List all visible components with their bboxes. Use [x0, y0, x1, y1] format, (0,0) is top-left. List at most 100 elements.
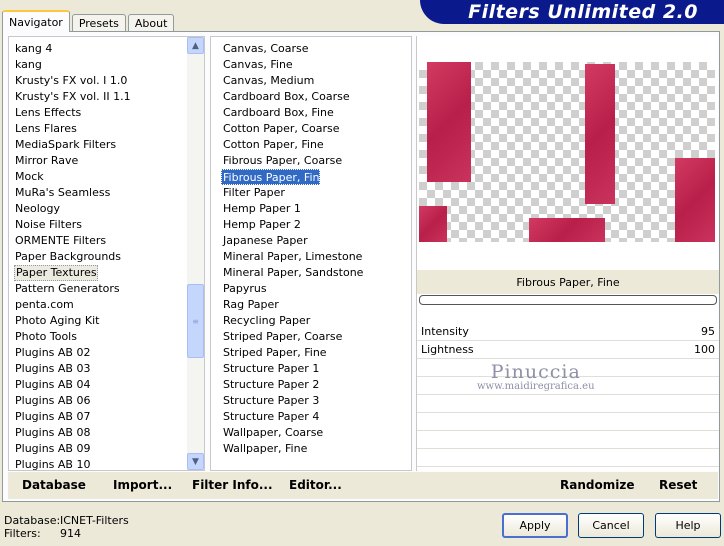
- category-item[interactable]: penta.com: [9, 297, 187, 313]
- filter-item[interactable]: Mineral Paper, Sandstone: [211, 265, 363, 281]
- action-bar: Database Import... Filter Info... Editor…: [8, 472, 718, 499]
- filter-item[interactable]: Wallpaper, Fine: [211, 441, 363, 457]
- tab-label: About: [134, 17, 168, 30]
- category-item[interactable]: Plugins AB 09: [9, 441, 187, 457]
- filter-item[interactable]: Rag Paper: [211, 297, 363, 313]
- filter-item[interactable]: Papyrus: [211, 281, 363, 297]
- randomize-button[interactable]: Randomize: [560, 478, 634, 492]
- filter-info-button[interactable]: Filter Info...: [192, 478, 273, 492]
- filter-item[interactable]: Mineral Paper, Limestone: [211, 249, 363, 265]
- category-item[interactable]: Plugins AB 08: [9, 425, 187, 441]
- category-item[interactable]: Plugins AB 07: [9, 409, 187, 425]
- category-item[interactable]: Mock: [9, 169, 187, 185]
- reset-button[interactable]: Reset: [659, 478, 697, 492]
- category-item[interactable]: MediaSpark Filters: [9, 137, 187, 153]
- category-item[interactable]: kang: [9, 57, 187, 73]
- filter-items: Canvas, Coarse Canvas, Fine Canvas, Medium…: [211, 41, 363, 457]
- help-button[interactable]: Help: [655, 513, 721, 538]
- param-empty: [417, 413, 719, 431]
- filter-item[interactable]: Structure Paper 2: [211, 377, 363, 393]
- category-list[interactable]: kang 4 kang Krusty's FX vol. I 1.0 Krusty's…: [8, 36, 205, 471]
- category-item[interactable]: Pattern Generators: [9, 281, 187, 297]
- scroll-down-icon[interactable]: ▼: [187, 453, 204, 470]
- category-item[interactable]: Photo Aging Kit: [9, 313, 187, 329]
- banner-title: Filters Unlimited 2.0: [468, 1, 698, 23]
- filter-settings-panel: Fibrous Paper, Fine Intensity 95 Lightne…: [416, 36, 719, 471]
- app-banner: Filters Unlimited 2.0: [420, 0, 724, 24]
- category-item[interactable]: Plugins AB 10: [9, 457, 187, 473]
- filter-item[interactable]: Filter Paper: [211, 185, 363, 201]
- database-button[interactable]: Database: [22, 478, 86, 492]
- category-item[interactable]: kang 4: [9, 41, 187, 57]
- category-item[interactable]: Plugins AB 02: [9, 345, 187, 361]
- status-value: ICNET-Filters: [60, 514, 129, 527]
- filter-item[interactable]: Cardboard Box, Fine: [211, 105, 363, 121]
- editor-button[interactable]: Editor...: [289, 478, 342, 492]
- status-info: Database:ICNET-Filters Filters: 914: [4, 514, 129, 540]
- filter-item[interactable]: Japanese Paper: [211, 233, 363, 249]
- category-item[interactable]: Plugins AB 03: [9, 361, 187, 377]
- category-item[interactable]: Plugins AB 06: [9, 393, 187, 409]
- cancel-button[interactable]: Cancel: [578, 513, 644, 538]
- filter-item[interactable]: Structure Paper 3: [211, 393, 363, 409]
- category-item[interactable]: Krusty's FX vol. II 1.1: [9, 89, 187, 105]
- preview-block: [675, 158, 715, 242]
- preview-block: [427, 62, 471, 182]
- filter-name-row: Fibrous Paper, Fine: [417, 270, 719, 294]
- filter-item[interactable]: Structure Paper 4: [211, 409, 363, 425]
- tab-navigator[interactable]: Navigator: [2, 10, 70, 32]
- category-item[interactable]: Photo Tools: [9, 329, 187, 345]
- filter-item[interactable]: Canvas, Coarse: [211, 41, 363, 57]
- param-intensity[interactable]: Intensity 95: [417, 323, 719, 341]
- filter-item[interactable]: Recycling Paper: [211, 313, 363, 329]
- apply-button[interactable]: Apply: [502, 513, 568, 538]
- filter-item[interactable]: Cardboard Box, Coarse: [211, 89, 363, 105]
- category-item[interactable]: Plugins AB 04: [9, 377, 187, 393]
- scroll-thumb[interactable]: ≡: [187, 284, 204, 358]
- category-item[interactable]: Paper Textures: [9, 265, 187, 281]
- category-item[interactable]: Neology: [9, 201, 187, 217]
- category-item[interactable]: ORMENTE Filters: [9, 233, 187, 249]
- category-item[interactable]: Krusty's FX vol. I 1.0: [9, 73, 187, 89]
- param-lightness[interactable]: Lightness 100: [417, 341, 719, 359]
- filter-item[interactable]: Canvas, Fine: [211, 57, 363, 73]
- filter-item[interactable]: Cotton Paper, Fine: [211, 137, 363, 153]
- scroll-up-icon[interactable]: ▲: [187, 37, 204, 54]
- category-item[interactable]: Noise Filters: [9, 217, 187, 233]
- button-label: Help: [675, 519, 701, 532]
- filter-item[interactable]: Fibrous Paper, Coarse: [211, 153, 363, 169]
- status-value: 914: [60, 527, 81, 540]
- tab-presets[interactable]: Presets: [71, 14, 126, 32]
- tab-strip: Navigator Presets About: [2, 10, 176, 32]
- category-item[interactable]: Lens Flares: [9, 121, 187, 137]
- param-empty: [417, 431, 719, 449]
- param-value: 95: [701, 325, 715, 338]
- filter-item[interactable]: Hemp Paper 2: [211, 217, 363, 233]
- filter-item[interactable]: Striped Paper, Coarse: [211, 329, 363, 345]
- filter-item[interactable]: Striped Paper, Fine: [211, 345, 363, 361]
- import-button[interactable]: Import...: [113, 478, 172, 492]
- tab-about[interactable]: About: [127, 14, 175, 32]
- button-label: Cancel: [592, 519, 630, 532]
- tab-label: Navigator: [9, 15, 63, 29]
- category-item[interactable]: Lens Effects: [9, 105, 187, 121]
- status-label: Database:: [4, 514, 61, 527]
- param-label: Intensity: [421, 325, 469, 338]
- category-item[interactable]: Mirror Rave: [9, 153, 187, 169]
- category-item[interactable]: Paper Backgrounds: [9, 249, 187, 265]
- filter-item[interactable]: Cotton Paper, Coarse: [211, 121, 363, 137]
- filter-item[interactable]: Hemp Paper 1: [211, 201, 363, 217]
- category-item[interactable]: MuRa's Seamless: [9, 185, 187, 201]
- filter-item[interactable]: Structure Paper 1: [211, 361, 363, 377]
- watermark-url: www.maidiregrafica.eu: [477, 381, 595, 392]
- button-label: Apply: [519, 519, 551, 532]
- parameter-list: Intensity 95 Lightness 100: [417, 323, 719, 467]
- filter-item[interactable]: Wallpaper, Coarse: [211, 425, 363, 441]
- filter-item-selected[interactable]: Fibrous Paper, Fine: [221, 169, 326, 185]
- filter-list[interactable]: Canvas, Coarse Canvas, Fine Canvas, Medium…: [210, 36, 412, 471]
- param-value: 100: [694, 343, 715, 356]
- param-empty: [417, 449, 719, 467]
- category-scrollbar[interactable]: ▲ ≡ ▼: [187, 37, 204, 470]
- filter-item[interactable]: Canvas, Medium: [211, 73, 363, 89]
- preview-image: [419, 62, 715, 242]
